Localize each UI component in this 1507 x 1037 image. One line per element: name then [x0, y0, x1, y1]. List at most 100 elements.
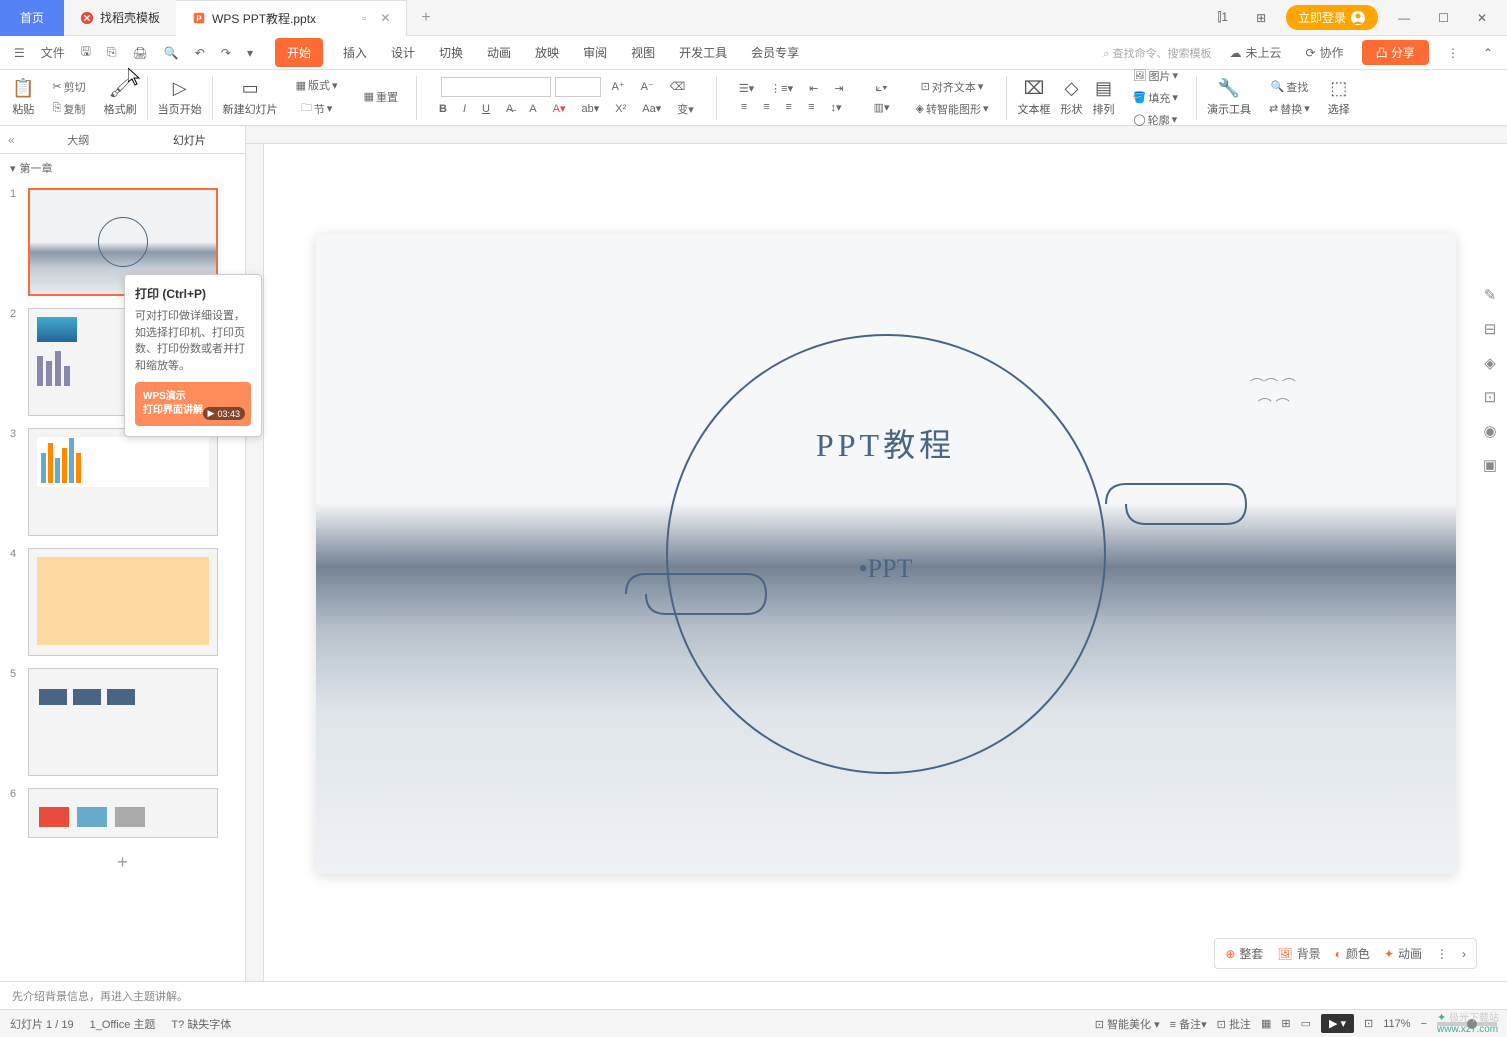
arrange-button[interactable]: ▤排列	[1088, 76, 1118, 119]
float-more-icon[interactable]: ⋮	[1436, 947, 1448, 961]
replace-button[interactable]: ⇄ 替换▾	[1263, 99, 1316, 119]
superscript-icon[interactable]: X²	[609, 101, 632, 117]
indent-left-icon[interactable]: ⇤	[803, 80, 824, 97]
more-icon[interactable]: ⋮	[1441, 42, 1465, 64]
rail-template-icon[interactable]: ◈	[1484, 354, 1496, 372]
font-family-select[interactable]	[441, 77, 551, 97]
rail-mindmap-icon[interactable]: ◉	[1483, 422, 1496, 440]
comments-toggle[interactable]: ⊡ 批注	[1217, 1016, 1251, 1032]
tab-close-icon[interactable]: ✕	[380, 11, 390, 25]
missing-font-indicator[interactable]: T? 缺失字体	[171, 1016, 231, 1032]
slide-canvas[interactable]: ⌒⌒ ⌒ ⌒ ⌒ PPT教程 •PPT	[316, 234, 1456, 874]
align-right-icon[interactable]: ≡	[780, 99, 798, 115]
reading-mode-icon[interactable]: ⫿1	[1210, 6, 1237, 29]
share-button[interactable]: 凸 分享	[1362, 40, 1429, 65]
collab-button[interactable]: ⟳ 协作	[1300, 40, 1350, 65]
tooltip-video-card[interactable]: WPS演示 打印界面讲解 ▶ 03:43	[135, 382, 251, 426]
fill-button[interactable]: 🪣 填充▾	[1127, 88, 1184, 108]
find-button[interactable]: 🔍 查找	[1265, 77, 1315, 97]
rail-material-icon[interactable]: ⊡	[1484, 388, 1497, 406]
decrease-font-icon[interactable]: A⁻	[635, 78, 660, 95]
rail-tools-icon[interactable]: ▣	[1483, 456, 1497, 474]
login-button[interactable]: 立即登录	[1286, 5, 1378, 30]
background-button[interactable]: 🖼 背景	[1277, 945, 1320, 962]
rail-beautify-icon[interactable]: ⊟	[1484, 320, 1497, 338]
slide-editor[interactable]: a1 a1 ⌒⌒ ⌒ ⌒ ⌒ PPT教程 •PPT ⊕ 整套 🖼 背景 ◐ 颜色…	[264, 144, 1507, 981]
section-button[interactable]: 🗀 节▾	[295, 97, 339, 120]
view-sorter-icon[interactable]: ⊞	[1281, 1017, 1290, 1030]
textbox-button[interactable]: ⌧文本框	[1013, 76, 1054, 119]
new-slide-button[interactable]: ▭新建幻灯片	[219, 76, 282, 119]
smart-beautify-button[interactable]: ⊡ 智能美化 ▾	[1095, 1016, 1160, 1032]
cut-button[interactable]: ✂ 剪切	[46, 77, 91, 97]
slide-subtitle-text[interactable]: •PPT	[859, 554, 913, 584]
font-size-select[interactable]	[555, 77, 601, 97]
tab-animation[interactable]: 动画	[483, 38, 515, 67]
notes-bar[interactable]: 先介绍背景信息，再进入主题讲解。	[0, 981, 1507, 1009]
save-icon[interactable]: 🖫	[75, 38, 97, 67]
view-normal-icon[interactable]: ▦	[1261, 1017, 1271, 1030]
slide-thumbnail-6[interactable]: 6	[0, 782, 245, 844]
slide-thumbnail-5[interactable]: 5	[0, 662, 245, 782]
select-button[interactable]: ⬚选择	[1324, 76, 1354, 119]
color-button[interactable]: ◐ 颜色	[1335, 945, 1370, 962]
align-left-icon[interactable]: ≡	[735, 99, 753, 115]
align-text-button[interactable]: ⊡ 对齐文本▾	[915, 77, 990, 97]
suite-button[interactable]: ⊕ 整套	[1225, 945, 1263, 962]
animation-button[interactable]: ✦ 动画	[1384, 945, 1422, 962]
outline-tab[interactable]: 大纲	[23, 126, 134, 154]
tab-member[interactable]: 会员专享	[747, 38, 803, 67]
slide-thumbnail-4[interactable]: 4	[0, 542, 245, 662]
font-effects-icon[interactable]: 变▾	[671, 99, 700, 119]
align-center-icon[interactable]: ≡	[757, 99, 775, 115]
minimize-icon[interactable]: —	[1390, 7, 1418, 29]
tab-dropdown-icon[interactable]: ▫	[362, 11, 366, 25]
picture-button[interactable]: 🖼 图片▾	[1126, 66, 1184, 86]
tab-dev[interactable]: 开发工具	[675, 38, 731, 67]
float-expand-icon[interactable]: ›	[1462, 947, 1466, 961]
collapse-ribbon-icon[interactable]: ⌃	[1477, 42, 1499, 64]
shadow-icon[interactable]: A	[523, 101, 542, 117]
undo-icon[interactable]: ↶	[189, 42, 211, 64]
command-search[interactable]: ⌕ 查找命令、搜索模板	[1103, 45, 1211, 61]
zoom-level[interactable]: 117%	[1383, 1018, 1410, 1030]
italic-icon[interactable]: I	[457, 101, 472, 117]
tab-view[interactable]: 视图	[627, 38, 659, 67]
text-direction-icon[interactable]: ⟀▾	[870, 80, 894, 97]
start-current-button[interactable]: ▷当页开始	[154, 76, 206, 119]
section-header[interactable]: ▾ 第一章	[0, 154, 245, 182]
menu-icon[interactable]: ☰	[8, 42, 31, 64]
save-as-icon[interactable]: ⎘	[101, 41, 123, 64]
change-case-icon[interactable]: Aa▾	[636, 100, 667, 117]
file-menu[interactable]: 文件	[35, 40, 71, 65]
slideshow-play-button[interactable]: ▶ ▾	[1321, 1014, 1354, 1033]
presenter-tools-button[interactable]: 🔧演示工具	[1203, 76, 1255, 119]
tab-slideshow[interactable]: 放映	[531, 38, 563, 67]
panel-collapse-icon[interactable]: «	[0, 133, 23, 147]
qat-dropdown-icon[interactable]: ▾	[241, 42, 259, 64]
numbering-icon[interactable]: ⋮≡▾	[764, 80, 799, 97]
shape-button[interactable]: ◇形状	[1056, 76, 1086, 119]
font-color-icon[interactable]: A▾	[547, 100, 572, 117]
tab-transition[interactable]: 切换	[435, 38, 467, 67]
zoom-out-icon[interactable]: −	[1421, 1018, 1427, 1030]
copy-button[interactable]: ⎘ 复制	[47, 99, 92, 119]
underline-icon[interactable]: U	[476, 101, 496, 117]
fit-icon[interactable]: ⊡	[1364, 1017, 1373, 1030]
increase-font-icon[interactable]: A⁺	[605, 78, 630, 95]
justify-icon[interactable]: ≡	[802, 99, 820, 115]
slides-tab[interactable]: 幻灯片	[134, 126, 245, 154]
tab-design[interactable]: 设计	[387, 38, 419, 67]
redo-icon[interactable]: ↷	[215, 42, 237, 64]
slide-title-text[interactable]: PPT教程	[816, 420, 955, 466]
tab-start[interactable]: 开始	[275, 38, 323, 67]
document-tab[interactable]: P WPS PPT教程.pptx ▫ ✕	[176, 0, 407, 36]
format-painter-button[interactable]: 🖌格式刷	[100, 76, 141, 119]
home-tab[interactable]: 首页	[0, 0, 64, 36]
app-grid-icon[interactable]: ⊞	[1248, 7, 1274, 29]
strike-icon[interactable]: A̶	[500, 101, 519, 117]
slide-thumbnail-3[interactable]: 3	[0, 422, 245, 542]
view-reading-icon[interactable]: ▭	[1301, 1017, 1311, 1030]
close-window-icon[interactable]: ✕	[1469, 7, 1495, 29]
maximize-icon[interactable]: ☐	[1430, 7, 1457, 29]
